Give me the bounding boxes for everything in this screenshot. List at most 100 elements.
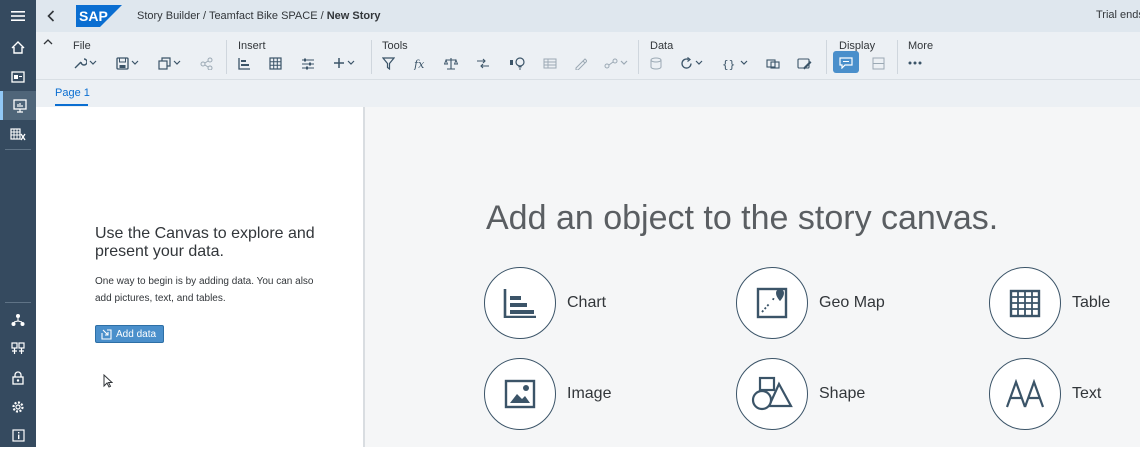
- pen-button[interactable]: [574, 54, 587, 72]
- compare-button[interactable]: [444, 54, 458, 72]
- group-label-more: More: [908, 40, 934, 52]
- link-icon: [604, 58, 618, 68]
- add-table-object[interactable]: Table: [989, 267, 1110, 339]
- data-view-button[interactable]: [543, 54, 557, 72]
- comments-toggle-button[interactable]: [833, 51, 859, 73]
- sap-logo: SAP: [76, 5, 122, 27]
- security-icon[interactable]: [0, 363, 36, 392]
- group-label-insert: Insert: [238, 40, 266, 52]
- text-icon: [1005, 379, 1045, 408]
- text-object-label: Text: [1072, 385, 1102, 402]
- copy-widget-button[interactable]: [766, 54, 780, 72]
- toolbar-separator: [638, 40, 639, 74]
- edit-data-button[interactable]: [797, 54, 812, 72]
- image-object-label: Image: [567, 385, 612, 402]
- add-chart-object[interactable]: Chart: [484, 267, 606, 339]
- breadcrumb: Story Builder / Teamfact Bike SPACE / Ne…: [137, 10, 381, 22]
- intro-description: One way to begin is by adding data. You …: [95, 276, 314, 304]
- formula-button[interactable]: fx: [413, 54, 426, 72]
- table-object-circle: [989, 267, 1061, 339]
- lightbulb-icon: [510, 56, 525, 70]
- group-label-tools: Tools: [382, 40, 408, 52]
- svg-text:{}: {}: [722, 58, 735, 70]
- catalog-icon[interactable]: [0, 334, 36, 363]
- share-icon: [200, 57, 213, 70]
- add-geo-map-object[interactable]: Geo Map: [736, 267, 885, 339]
- filter-button[interactable]: [382, 54, 395, 72]
- toolbar-separator: [226, 40, 227, 74]
- wrench-icon: [74, 58, 87, 69]
- copy-icon: [158, 56, 171, 70]
- save-icon: [116, 56, 129, 70]
- rail-divider: [5, 149, 31, 150]
- bar-chart-icon: [503, 289, 536, 318]
- chevron-down-icon: [620, 60, 628, 65]
- more-button[interactable]: [908, 54, 922, 72]
- swap-icon: [477, 58, 489, 68]
- duplicate-icon: [766, 58, 780, 69]
- page-tabs: Page 1: [36, 80, 1140, 107]
- data-source-button[interactable]: [650, 54, 664, 72]
- chevron-up-icon[interactable]: [43, 38, 55, 50]
- copy-button[interactable]: [158, 54, 181, 72]
- home-icon[interactable]: [0, 33, 36, 62]
- swap-button[interactable]: [476, 54, 490, 72]
- comment-icon: [839, 56, 853, 69]
- settings-icon[interactable]: [0, 392, 36, 421]
- geo-map-icon: [756, 287, 788, 319]
- breadcrumb-path[interactable]: Story Builder / Teamfact Bike SPACE /: [137, 10, 327, 22]
- chevron-down-icon: [131, 60, 139, 65]
- chevron-down-icon: [695, 60, 703, 65]
- edit-tools-button[interactable]: [73, 54, 97, 72]
- panel-icon: [872, 57, 885, 69]
- files-icon[interactable]: [0, 62, 36, 91]
- refresh-icon: [681, 56, 692, 69]
- trial-text[interactable]: Trial ends: [1096, 9, 1140, 21]
- toolbar-separator: [897, 40, 898, 74]
- info-icon[interactable]: [0, 421, 36, 450]
- add-shape-object[interactable]: Shape: [736, 358, 865, 430]
- connections-icon[interactable]: [0, 305, 36, 334]
- share-button[interactable]: [200, 54, 213, 72]
- pen-icon: [575, 57, 587, 70]
- add-text-object[interactable]: Text: [989, 358, 1101, 430]
- script-button[interactable]: {}: [722, 54, 748, 72]
- mouse-pointer-icon: [103, 374, 113, 388]
- tab-page-1[interactable]: Page 1: [55, 87, 90, 99]
- table-icon: [1009, 289, 1041, 318]
- svg-text:SAP: SAP: [79, 8, 108, 24]
- smart-insights-button[interactable]: [509, 54, 527, 72]
- scale-icon: [444, 57, 458, 70]
- chart-object-circle: [484, 267, 556, 339]
- group-label-file: File: [73, 40, 91, 52]
- bar-chart-icon: [238, 57, 250, 70]
- stories-icon[interactable]: [0, 91, 36, 120]
- shape-object-circle: [736, 358, 808, 430]
- geo-map-object-circle: [736, 267, 808, 339]
- shell-header: SAP Story Builder / Teamfact Bike SPACE …: [36, 0, 1140, 32]
- insert-table-button[interactable]: [269, 54, 282, 72]
- menu-icon[interactable]: [0, 0, 36, 32]
- add-image-object[interactable]: Image: [484, 358, 611, 430]
- database-icon: [650, 57, 662, 69]
- refresh-button[interactable]: [680, 54, 703, 72]
- edit-data-icon: [797, 57, 812, 69]
- breadcrumb-current: New Story: [326, 10, 381, 22]
- text-object-circle: [989, 358, 1061, 430]
- overflow-icon: [908, 61, 922, 65]
- save-button[interactable]: [116, 54, 139, 72]
- chevron-down-icon: [740, 60, 748, 65]
- toolbar-separator: [826, 40, 827, 74]
- back-icon[interactable]: [36, 0, 66, 32]
- layout-toggle-button[interactable]: [872, 54, 885, 72]
- svg-text:fx: fx: [413, 58, 425, 70]
- linked-analysis-button[interactable]: [604, 54, 628, 72]
- add-icon: [334, 58, 344, 68]
- intro-title: Use the Canvas to explore and present yo…: [95, 225, 315, 260]
- intro-panel: Use the Canvas to explore and present yo…: [36, 107, 363, 447]
- insert-chart-button[interactable]: [238, 54, 251, 72]
- add-data-button[interactable]: Add data: [95, 325, 164, 343]
- modeler-icon[interactable]: [0, 120, 36, 149]
- insert-more-button[interactable]: [333, 54, 355, 72]
- insert-input-control-button[interactable]: [301, 54, 315, 72]
